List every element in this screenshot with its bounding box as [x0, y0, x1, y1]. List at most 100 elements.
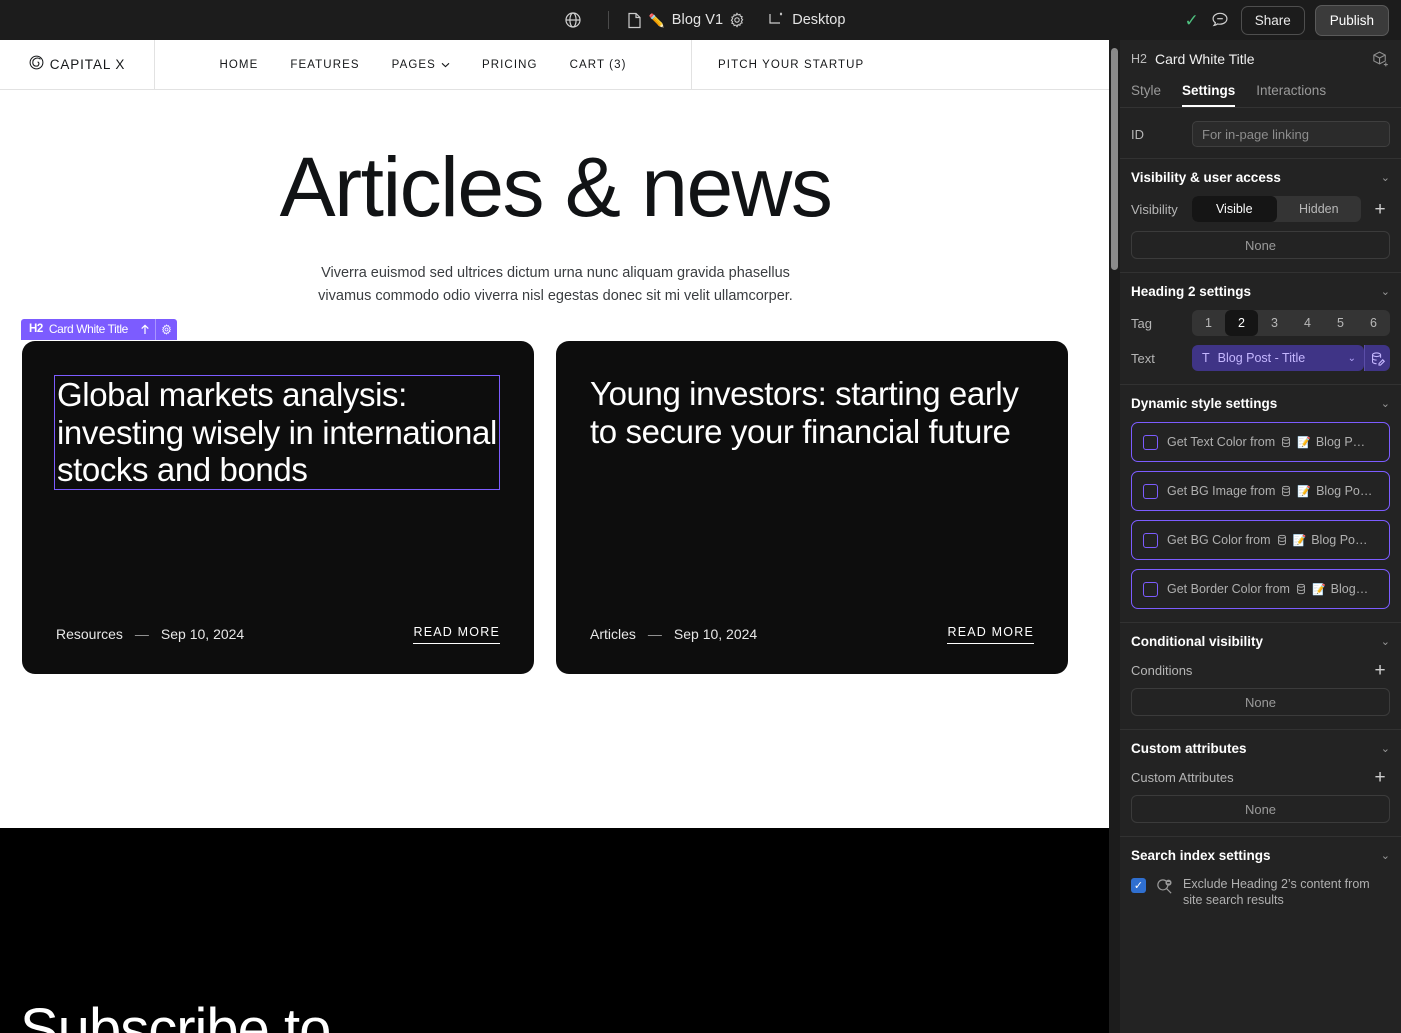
dynamic-border-color-label: Get Border Color from — [1167, 582, 1290, 596]
text-binding-value: Blog Post - Title — [1218, 351, 1340, 365]
spiral-logo-icon — [29, 55, 44, 75]
section-id: ID — [1120, 108, 1401, 159]
read-more-link[interactable]: READ MORE — [947, 625, 1034, 644]
nav-item-pages[interactable]: PAGES — [392, 59, 450, 71]
page-settings-gear-icon[interactable] — [729, 12, 745, 28]
nav-item-features[interactable]: FEATURES — [290, 59, 359, 71]
heading-section-title: Heading 2 settings — [1131, 284, 1251, 299]
tab-settings[interactable]: Settings — [1182, 83, 1235, 107]
exclude-from-search-checkbox[interactable]: ✓ — [1131, 878, 1146, 893]
selection-badge-name: Card White Title — [49, 323, 135, 337]
nav-item-label: CART (3) — [570, 59, 627, 71]
dynamic-bg-image-label-group: Get BG Image from 📝 Blog Po… — [1167, 484, 1372, 498]
card-category: Articles — [590, 626, 636, 642]
add-custom-attribute-button[interactable]: + — [1370, 767, 1390, 787]
id-input[interactable] — [1192, 121, 1390, 147]
hero-section: Articles & news Viverra euismod sed ultr… — [0, 90, 1111, 309]
visibility-option-visible[interactable]: Visible — [1192, 196, 1277, 222]
dynamic-text-color-checkbox[interactable] — [1143, 435, 1158, 450]
nav-item-home[interactable]: HOME — [219, 59, 258, 71]
visibility-label: Visibility — [1131, 202, 1183, 217]
custom-attributes-none-box[interactable]: None — [1131, 795, 1390, 823]
panel-element-tag: H2 — [1131, 52, 1147, 66]
heading-tag-5[interactable]: 5 — [1324, 310, 1357, 336]
section-heading-settings: Heading 2 settings ⌄ Tag 1 2 3 4 5 6 Tex… — [1120, 273, 1401, 385]
visibility-option-hidden[interactable]: Hidden — [1277, 196, 1362, 222]
heading-tag-2[interactable]: 2 — [1225, 310, 1258, 336]
canvas-scrollbar-thumb[interactable] — [1111, 48, 1118, 270]
heading-tag-6[interactable]: 6 — [1357, 310, 1390, 336]
tab-interactions[interactable]: Interactions — [1256, 83, 1326, 107]
article-card[interactable]: Young investors: starting early to secur… — [556, 341, 1068, 674]
dynamic-section-title: Dynamic style settings — [1131, 396, 1277, 411]
chevron-down-icon[interactable]: ⌄ — [1381, 742, 1390, 755]
section-custom-attributes: Custom attributes ⌄ Custom Attributes + … — [1120, 730, 1401, 837]
card-title-selected[interactable]: H2 Card White Title Global markets analy… — [54, 375, 500, 490]
panel-tabs: Style Settings Interactions — [1120, 78, 1401, 108]
heading-tag-4[interactable]: 4 — [1291, 310, 1324, 336]
database-icon — [1280, 485, 1292, 497]
add-visibility-condition-button[interactable]: + — [1370, 199, 1390, 219]
chevron-down-icon[interactable]: ⌄ — [1340, 353, 1364, 364]
card-meta: Articles — Sep 10, 2024 — [590, 626, 757, 642]
database-icon — [1295, 583, 1307, 595]
article-card-list: H2 Card White Title Global markets analy… — [0, 341, 1111, 674]
heading-tag-1[interactable]: 1 — [1192, 310, 1225, 336]
card-footer: Resources — Sep 10, 2024 READ MORE — [56, 625, 500, 644]
visibility-section-title: Visibility & user access — [1131, 170, 1281, 185]
text-binding-field[interactable]: T Blog Post - Title ⌄ — [1192, 345, 1364, 371]
dynamic-text-color-label-group: Get Text Color from 📝 Blog P… — [1167, 435, 1365, 449]
nav-item-cart[interactable]: CART (3) — [570, 59, 627, 71]
create-component-icon[interactable] — [1369, 48, 1391, 70]
breakpoint-label: Desktop — [792, 12, 845, 28]
nav-item-label: PAGES — [392, 59, 436, 71]
settings-panel: H2 Card White Title Style Settings Inter… — [1120, 40, 1401, 1033]
site-logo[interactable]: CAPITAL X — [0, 40, 155, 89]
visibility-none-box[interactable]: None — [1131, 231, 1390, 259]
tab-style[interactable]: Style — [1131, 83, 1161, 107]
panel-header: H2 Card White Title — [1120, 40, 1401, 78]
article-card[interactable]: H2 Card White Title Global markets analy… — [22, 341, 534, 674]
dynamic-row-bg-color[interactable]: Get BG Color from 📝 Blog Po… — [1131, 520, 1390, 560]
breakpoint-selector[interactable]: Desktop — [767, 12, 845, 28]
chevron-down-icon[interactable]: ⌄ — [1381, 635, 1390, 648]
pitch-your-startup-link[interactable]: PITCH YOUR STARTUP — [718, 59, 864, 71]
conditions-none-box[interactable]: None — [1131, 688, 1390, 716]
heading-tag-3[interactable]: 3 — [1258, 310, 1291, 336]
database-edit-icon[interactable] — [1364, 345, 1390, 371]
selection-badge[interactable]: H2 Card White Title — [21, 319, 177, 340]
selection-gear-icon[interactable] — [156, 324, 177, 335]
read-more-link[interactable]: READ MORE — [413, 625, 500, 644]
dynamic-bg-image-label: Get BG Image from — [1167, 484, 1275, 498]
subscribe-section: Subscribe to — [0, 828, 1111, 1033]
chevron-down-icon[interactable]: ⌄ — [1381, 849, 1390, 862]
visibility-toggle: Visible Hidden — [1192, 196, 1361, 222]
dynamic-text-color-source: Blog P… — [1316, 435, 1365, 449]
nav-item-pricing[interactable]: PRICING — [482, 59, 538, 71]
chevron-down-icon[interactable]: ⌄ — [1381, 285, 1390, 298]
dynamic-row-text-color[interactable]: Get Text Color from 📝 Blog P… — [1131, 422, 1390, 462]
globe-icon[interactable] — [556, 8, 590, 32]
add-condition-button[interactable]: + — [1370, 660, 1390, 680]
card-meta: Resources — Sep 10, 2024 — [56, 626, 244, 642]
page-subtitle: Viverra euismod sed ultrices dictum urna… — [306, 262, 806, 309]
conditions-label: Conditions — [1131, 663, 1192, 678]
dynamic-bg-image-checkbox[interactable] — [1143, 484, 1158, 499]
comment-icon[interactable] — [1209, 9, 1231, 31]
share-button[interactable]: Share — [1241, 6, 1305, 35]
site-logo-text: CAPITAL X — [50, 57, 126, 72]
publish-button[interactable]: Publish — [1315, 5, 1389, 36]
saved-check-icon: ✓ — [1184, 12, 1198, 29]
chevron-down-icon[interactable]: ⌄ — [1381, 171, 1390, 184]
design-canvas[interactable]: CAPITAL X HOME FEATURES PAGES PRICING CA… — [0, 40, 1111, 1033]
chevron-down-icon[interactable]: ⌄ — [1381, 397, 1390, 410]
page-title: Articles & news — [0, 145, 1111, 229]
move-up-icon[interactable] — [135, 324, 155, 335]
dynamic-row-bg-image[interactable]: Get BG Image from 📝 Blog Po… — [1131, 471, 1390, 511]
page-selector[interactable]: ✏️ Blog V1 — [627, 12, 724, 29]
card-title[interactable]: Young investors: starting early to secur… — [590, 375, 1034, 450]
dynamic-bg-color-checkbox[interactable] — [1143, 533, 1158, 548]
dynamic-border-color-checkbox[interactable] — [1143, 582, 1158, 597]
dynamic-row-border-color[interactable]: Get Border Color from 📝 Blog… — [1131, 569, 1390, 609]
dynamic-border-color-source: Blog… — [1331, 582, 1369, 596]
